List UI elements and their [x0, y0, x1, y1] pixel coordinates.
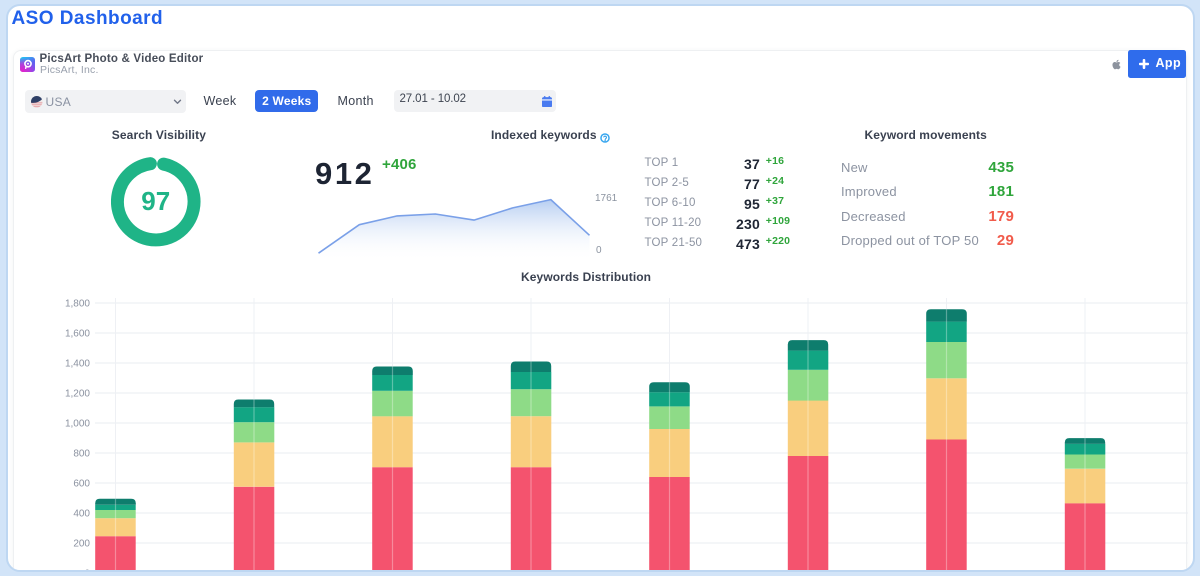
- svg-text:1,800: 1,800: [65, 299, 90, 310]
- svg-text:1,600: 1,600: [65, 329, 90, 340]
- svg-text:600: 600: [73, 479, 90, 490]
- svg-text:400: 400: [73, 509, 90, 520]
- svg-text:800: 800: [73, 449, 90, 460]
- svg-text:0: 0: [84, 569, 90, 573]
- svg-text:1,000: 1,000: [65, 419, 90, 430]
- svg-text:200: 200: [73, 539, 90, 550]
- svg-text:1,200: 1,200: [65, 389, 90, 400]
- svg-text:1,400: 1,400: [65, 359, 90, 370]
